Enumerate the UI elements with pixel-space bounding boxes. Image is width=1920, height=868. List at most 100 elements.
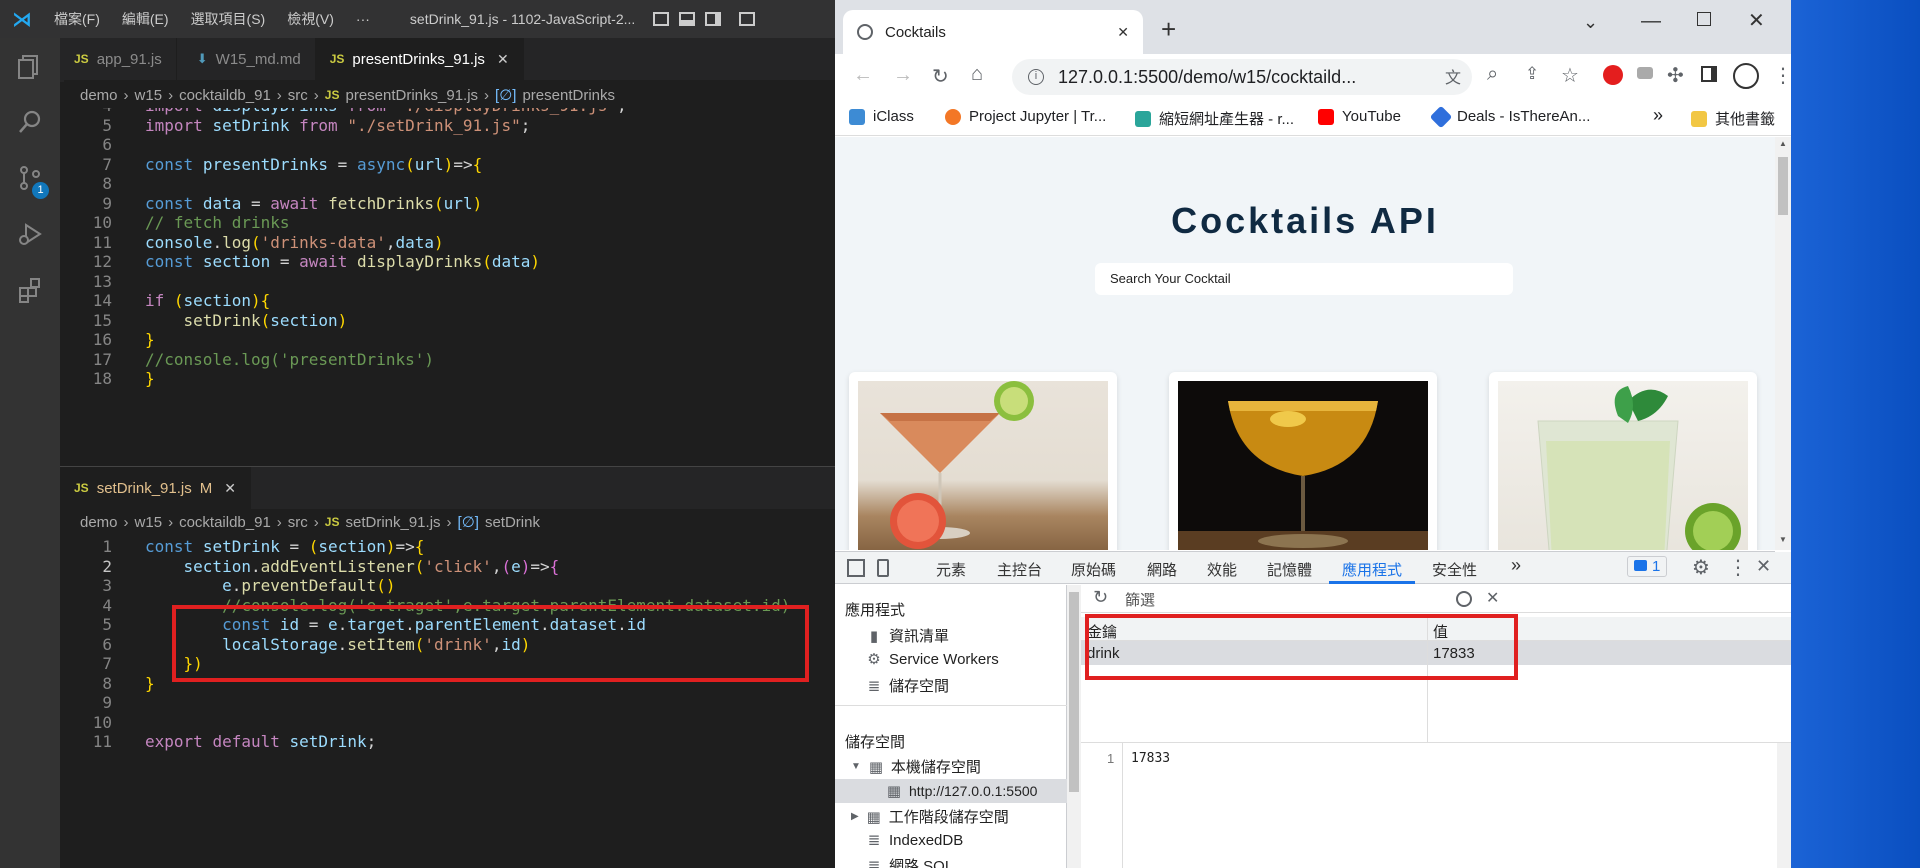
tab-network[interactable]: 網路: [1147, 559, 1177, 580]
bookmarks-overflow[interactable]: »: [1653, 105, 1663, 126]
code-line[interactable]: 11 export default setDrink;: [60, 730, 835, 754]
tab-w15-md[interactable]: ⬇ W15_md.md: [177, 38, 316, 80]
tree-session-storage[interactable]: ▶ ▦ 工作階段儲存空間: [851, 806, 1009, 827]
info-icon[interactable]: i: [1028, 69, 1044, 85]
page-scrollbar[interactable]: ▲ ▼: [1775, 137, 1791, 550]
explorer-icon[interactable]: [14, 52, 46, 84]
home-icon[interactable]: ⌂: [971, 63, 983, 86]
vscode-logo-icon[interactable]: ⋊: [12, 7, 32, 32]
scroll-up-arrow[interactable]: ▲: [1779, 139, 1787, 148]
expand-arrow-icon[interactable]: ▼: [851, 761, 861, 772]
tab-console[interactable]: 主控台: [997, 559, 1042, 580]
customize-layout-icon[interactable]: [739, 12, 756, 26]
extensions-puzzle-icon[interactable]: ✣: [1667, 63, 1684, 88]
settings-gear-icon[interactable]: ⚙: [1692, 555, 1710, 580]
clear-all-icon[interactable]: [1456, 591, 1472, 607]
bookmark-iclass[interactable]: iClass: [849, 108, 914, 125]
cocktail-card[interactable]: [1169, 372, 1437, 550]
tab-setdrink-js[interactable]: JS setDrink_91.js M ✕: [60, 467, 251, 509]
browser-tab[interactable]: Cocktails ✕: [843, 10, 1143, 54]
tab-search-icon[interactable]: ⌄: [1583, 12, 1598, 33]
issues-button[interactable]: 1: [1627, 556, 1668, 577]
close-devtools-icon[interactable]: ✕: [1756, 556, 1771, 577]
code-editor-top[interactable]: 4import displayDrinks from './displayDri…: [60, 108, 835, 466]
panel-right-icon[interactable]: [705, 12, 722, 26]
tree-indexeddb[interactable]: ≣ IndexedDB: [865, 831, 964, 850]
delete-selected-icon[interactable]: ✕: [1486, 588, 1499, 608]
tab-sources[interactable]: 原始碼: [1071, 559, 1116, 580]
refresh-icon[interactable]: ↻: [1093, 587, 1108, 608]
sidebar-item-manifest[interactable]: ▮ 資訊清單: [865, 625, 949, 646]
address-bar[interactable]: i 127.0.0.1:5500/demo/w15/cocktaild...: [1012, 59, 1472, 95]
forward-icon[interactable]: →: [893, 64, 913, 87]
chrome-menu-icon[interactable]: ⋮: [1773, 63, 1793, 88]
profile-avatar[interactable]: [1733, 63, 1759, 89]
filter-input[interactable]: 篩選: [1121, 589, 1437, 609]
layout-toggle-icons[interactable]: [653, 12, 756, 26]
inspect-element-icon[interactable]: [847, 559, 865, 577]
sidebar-scroll-thumb[interactable]: [1069, 592, 1079, 792]
run-debug-icon[interactable]: [14, 220, 46, 252]
source-control-icon[interactable]: 1: [14, 164, 49, 199]
share-icon[interactable]: ⇪: [1525, 64, 1539, 84]
preview-scrollbar[interactable]: [1777, 743, 1791, 868]
sidebar-item-service-workers[interactable]: ⚙ Service Workers: [865, 650, 998, 669]
cocktail-image[interactable]: [1498, 381, 1748, 550]
tab-performance[interactable]: 效能: [1207, 559, 1237, 580]
scroll-thumb[interactable]: [1778, 157, 1788, 215]
bookmark-other[interactable]: 其他書籤: [1691, 108, 1775, 129]
close-window-button[interactable]: ✕: [1748, 8, 1765, 33]
menu-selection[interactable]: 選取項目(S): [191, 9, 266, 29]
collapsed-arrow-icon[interactable]: ▶: [851, 811, 859, 822]
cocktail-card[interactable]: [1489, 372, 1757, 550]
search-icon[interactable]: [14, 108, 46, 140]
side-panel-icon[interactable]: [1701, 66, 1717, 82]
bookmark-url-shortener[interactable]: 縮短網址產生器 - r...: [1135, 108, 1294, 129]
tab-presentdrinks-js[interactable]: JS presentDrinks_91.js ✕: [315, 38, 524, 80]
extensions-icon[interactable]: [14, 276, 46, 308]
code-line[interactable]: 18}: [60, 367, 835, 391]
sidebar-item-storage[interactable]: ≣ 儲存空間: [865, 675, 949, 696]
close-tab-icon[interactable]: ✕: [497, 51, 509, 68]
bookmark-youtube[interactable]: YouTube: [1318, 108, 1401, 125]
device-toolbar-icon[interactable]: [877, 559, 889, 577]
menu-more[interactable]: ···: [356, 11, 370, 27]
minimize-button[interactable]: —: [1641, 10, 1661, 33]
tab-memory[interactable]: 記憶體: [1267, 559, 1312, 580]
tab-app-js[interactable]: JS app_91.js: [60, 38, 177, 80]
bookmark-star-icon[interactable]: ☆: [1561, 63, 1579, 88]
extension-gray-icon[interactable]: [1637, 67, 1653, 79]
new-tab-button[interactable]: +: [1161, 14, 1176, 45]
more-tabs-button[interactable]: »: [1511, 555, 1521, 576]
extension-red-icon[interactable]: [1603, 65, 1623, 85]
cocktail-search-input[interactable]: Search Your Cocktail: [1095, 263, 1513, 295]
close-tab-icon[interactable]: ✕: [1117, 24, 1129, 41]
devtools-menu-icon[interactable]: ⋮: [1728, 555, 1748, 580]
reload-icon[interactable]: ↻: [932, 64, 949, 89]
close-tab-icon[interactable]: ✕: [224, 480, 236, 497]
panel-left-icon[interactable]: [653, 12, 670, 26]
table-icon: ▦: [868, 758, 883, 776]
tab-elements[interactable]: 元素: [936, 559, 966, 580]
tab-security[interactable]: 安全性: [1432, 559, 1477, 580]
bookmark-jupyter[interactable]: Project Jupyter | Tr...: [945, 108, 1106, 125]
tab-application[interactable]: 應用程式: [1342, 559, 1402, 580]
code-editor-bottom[interactable]: 1 const setDrink = (section)=>{2 section.…: [60, 535, 835, 868]
translate-icon[interactable]: 文: [1445, 64, 1461, 88]
cocktail-image[interactable]: [1178, 381, 1428, 550]
scroll-down-arrow[interactable]: ▼: [1779, 535, 1787, 544]
menu-edit[interactable]: 編輯(E): [122, 9, 169, 29]
tree-websql[interactable]: ≣ 網路 SQL: [865, 855, 953, 868]
back-icon[interactable]: ←: [853, 64, 873, 87]
menu-view[interactable]: 檢視(V): [287, 9, 334, 29]
tree-origin-item[interactable]: ▦ http://127.0.0.1:5500: [835, 779, 1067, 803]
bookmark-isthereanydeal[interactable]: Deals - IsThereAn...: [1429, 105, 1590, 128]
zoom-icon[interactable]: ⌕: [1487, 63, 1498, 86]
maximize-button[interactable]: [1697, 12, 1711, 26]
tree-local-storage[interactable]: ▼ ▦ 本機儲存空間: [851, 756, 981, 777]
cocktail-card[interactable]: [849, 372, 1117, 550]
cocktail-image[interactable]: [858, 381, 1108, 550]
menu-file[interactable]: 檔案(F): [54, 9, 100, 29]
table-icon: ▦: [866, 808, 881, 826]
panel-bottom-icon[interactable]: [679, 12, 696, 26]
